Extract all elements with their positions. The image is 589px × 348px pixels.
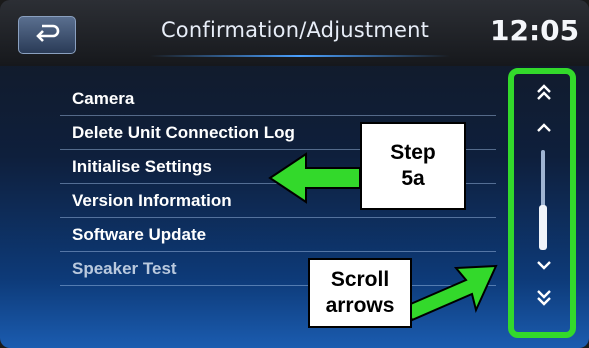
step-callout-line2: 5a (401, 167, 425, 190)
scroll-callout-line1: Scroll (330, 268, 390, 291)
menu-item-speaker-test[interactable]: Speaker Test (60, 252, 496, 286)
menu-item-label: Delete Unit Connection Log (72, 122, 295, 142)
menu-item-label: Speaker Test (72, 258, 177, 278)
menu-item-label: Software Update (72, 224, 207, 244)
scroll-highlight-box (508, 68, 576, 338)
header-bar: Confirmation/Adjustment 12:05 (0, 0, 589, 66)
back-button[interactable] (18, 16, 76, 54)
menu-item-label: Version Information (72, 190, 232, 210)
menu-item-camera[interactable]: Camera (60, 82, 496, 116)
title-underline (150, 55, 450, 57)
step-callout-line1: Step (390, 141, 436, 164)
step-callout: Step 5a (360, 122, 466, 210)
menu-item-label: Camera (72, 88, 135, 108)
clock: 12:05 (490, 14, 580, 47)
display-screen: Confirmation/Adjustment 12:05 Camera Del… (0, 0, 589, 348)
scroll-callout: Scroll arrows (308, 258, 412, 328)
menu-item-software-update[interactable]: Software Update (60, 218, 496, 252)
scroll-callout-line2: arrows (325, 294, 395, 317)
page-title: Confirmation/Adjustment (160, 18, 430, 42)
menu-item-label: Initialise Settings (72, 156, 212, 176)
back-return-icon (34, 22, 60, 49)
